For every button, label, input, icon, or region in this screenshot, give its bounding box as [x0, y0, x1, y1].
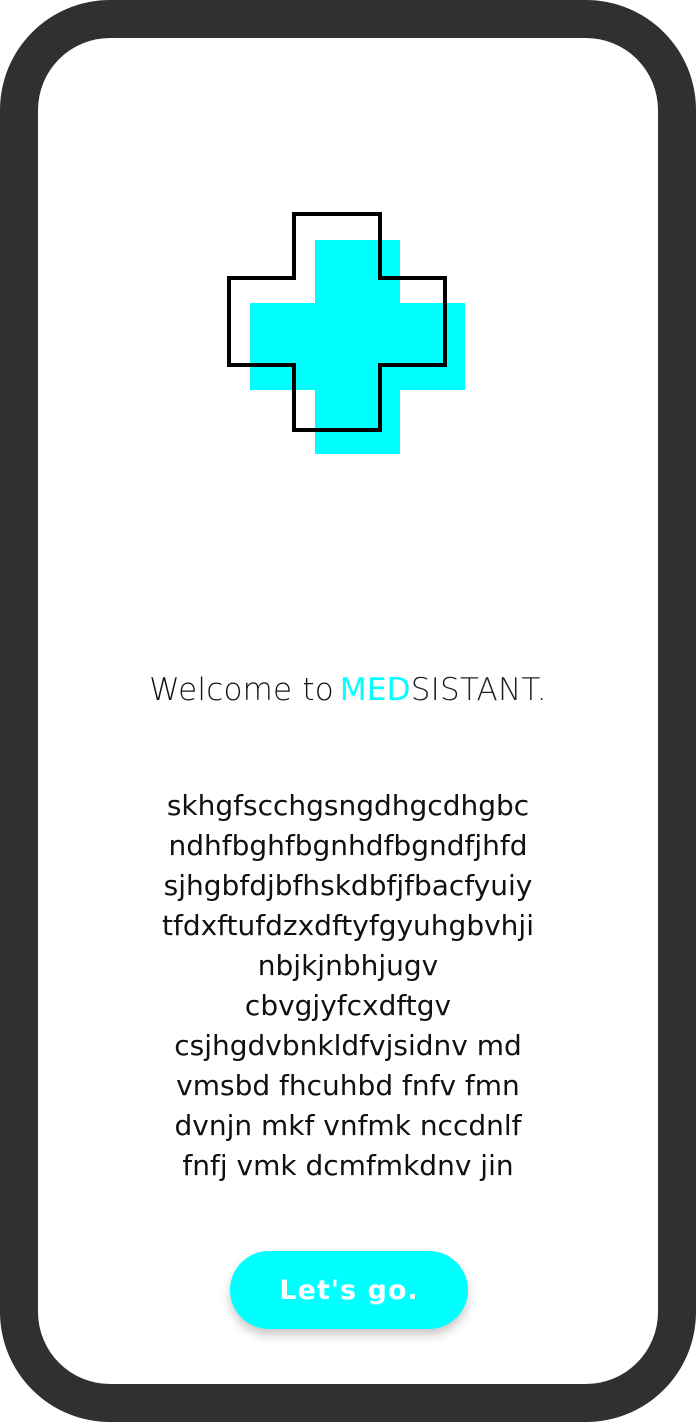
intro-line: nbjkjnbhjugv — [257, 949, 439, 982]
brand-rest: SISTANT. — [410, 672, 547, 708]
phone-frame: Welcome to MEDSISTANT. skhgfscchgsngdhgcd… — [0, 0, 696, 1422]
intro-text: skhgfscchgsngdhgcdhgbc ndhfbghfbgnhdfbgn… — [88, 786, 608, 1186]
intro-line: dvnjn mkf vnfmk nccdnlf — [174, 1109, 522, 1142]
intro-line: ndhfbghfbgnhdfbgndfjhfd — [168, 829, 528, 862]
welcome-prefix: Welcome to — [149, 672, 334, 708]
intro-line: cbvgjyfcxdftgv — [244, 989, 452, 1022]
intro-line: fnfj vmk dcmfmkdnv jin — [182, 1149, 514, 1182]
cross-fill — [250, 240, 465, 454]
intro-line: skhgfscchgsngdhgcdhgbc — [166, 789, 530, 822]
welcome-heading: Welcome to MEDSISTANT. — [38, 672, 658, 708]
brand-accent: MED — [339, 672, 411, 708]
intro-line: csjhgdvbnkldfvjsidnv md — [174, 1029, 522, 1062]
lets-go-button[interactable]: Let's go. — [230, 1251, 468, 1329]
intro-line: tfdxftufdzxdftyfgyuhgbvhji — [162, 909, 534, 942]
intro-line: vmsbd fhcuhbd fnfv fmn — [176, 1069, 520, 1102]
screen: Welcome to MEDSISTANT. skhgfscchgsngdhgcd… — [38, 38, 658, 1384]
medical-cross-icon — [227, 212, 465, 454]
intro-line: sjhgbfdjbfhskdbfjfbacfyuiy — [163, 869, 533, 902]
